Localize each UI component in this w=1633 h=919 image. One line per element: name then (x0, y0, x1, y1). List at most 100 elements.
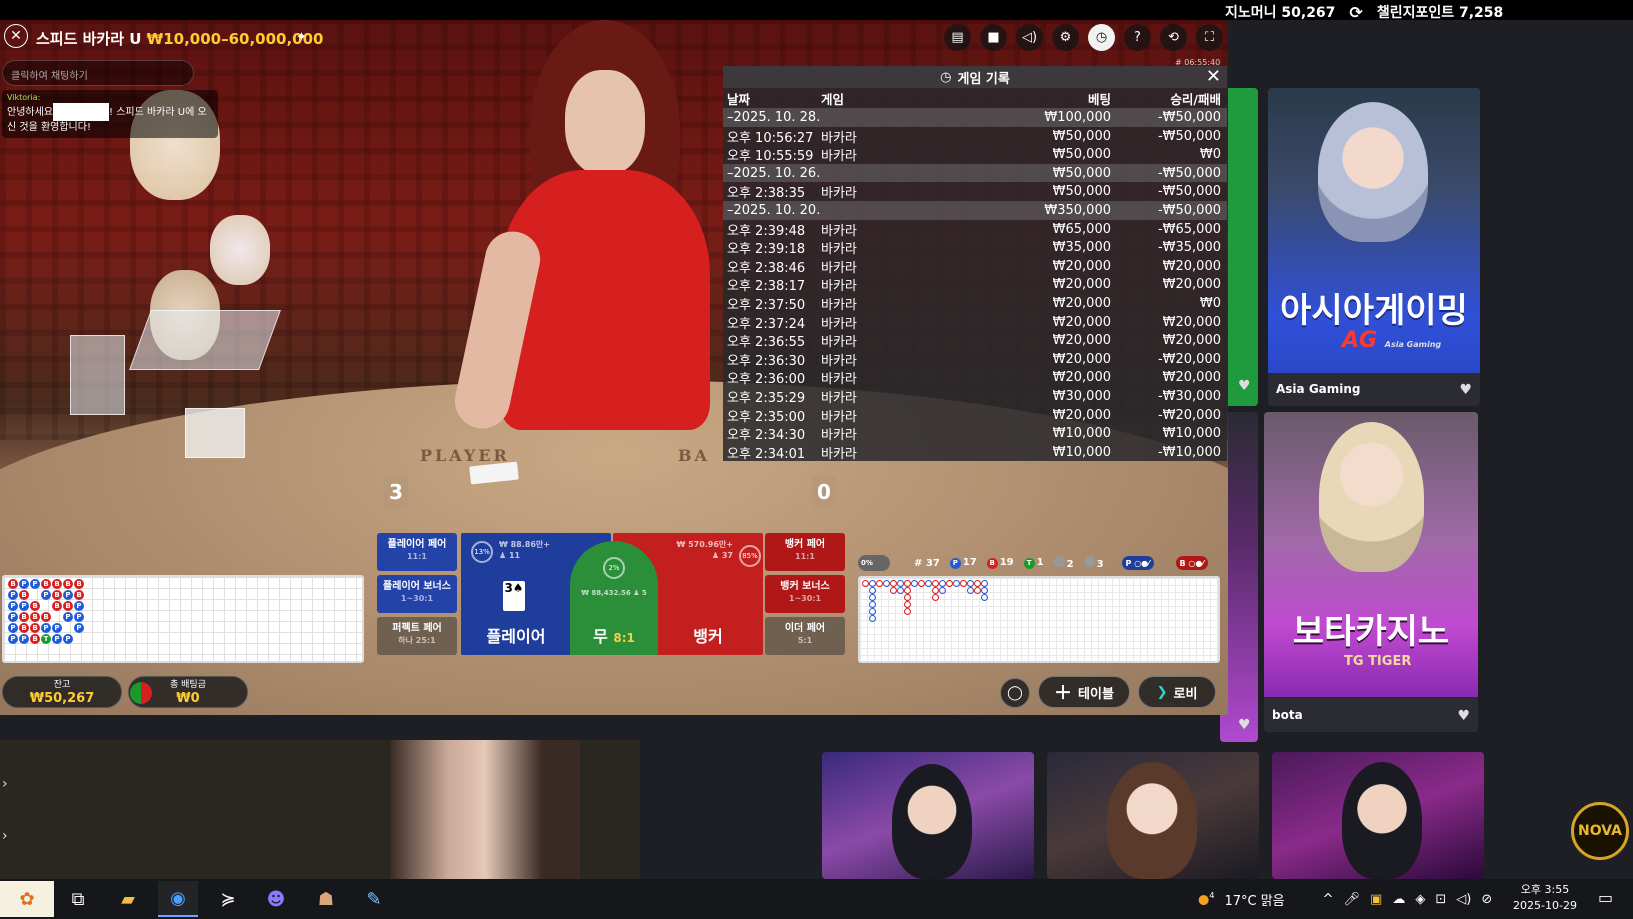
cloud-icon[interactable]: ☁ (1392, 892, 1405, 907)
road-ring (904, 608, 911, 615)
player-percent: 13% (471, 541, 493, 563)
row-result: ₩20,000 (1162, 258, 1221, 274)
nova-logo[interactable]: NOVA (1571, 802, 1629, 860)
history-row: 오후 2:37:50 바카라 ₩20,000 ₩0 (723, 294, 1227, 313)
weather-icon: ●4 (1198, 890, 1215, 908)
mic-icon[interactable]: 🎤︎ (1344, 892, 1361, 907)
history-row: 오후 2:34:30 바카라 ₩10,000 ₩10,000 (723, 424, 1227, 443)
row-bet: ₩20,000 (1052, 333, 1111, 349)
lobby-tile-asia-gaming[interactable]: 아시아게이밍 AG Asia Gaming Asia Gaming ♥ (1268, 88, 1480, 406)
chevron-up-icon[interactable]: ^ (1323, 892, 1334, 907)
gear-icon[interactable]: ⚙ (1052, 24, 1079, 51)
tile-artwork: 아시아게이밍 AG Asia Gaming (1268, 88, 1480, 373)
lobby-tile-bota[interactable]: 보타카지노 TG TIGER bota ♥ (1264, 412, 1478, 732)
road-ring (981, 587, 988, 594)
stat-player-pair: 2 (1053, 556, 1074, 570)
player-bonus-bet[interactable]: 플레이어 보너스 1~30:1 (377, 575, 457, 613)
history-row: 오후 2:38:46 바카라 ₩20,000 ₩20,000 (723, 257, 1227, 276)
app-icon[interactable]: ≽ (208, 881, 248, 917)
row-time: 오후 2:34:01 (727, 446, 806, 462)
chrome-icon[interactable]: ◉ (158, 881, 198, 917)
pin-icon[interactable]: ✦ (296, 30, 307, 45)
history-row: 오후 2:39:48 바카라 ₩65,000 -₩65,000 (723, 220, 1227, 239)
row-result: ₩0 (1199, 147, 1221, 163)
row-bet: ₩100,000 (1044, 109, 1111, 125)
stat-banker-pair: 3 (1083, 556, 1104, 570)
widget-icon[interactable]: ✿ (0, 881, 54, 917)
either-pair-bet[interactable]: 이더 페어 5:1 (765, 617, 845, 655)
history-icon[interactable]: ◷ (1088, 24, 1115, 51)
stats-toggle[interactable]: 0% (858, 555, 890, 571)
rotate-icon[interactable]: ⟲ (1160, 24, 1187, 51)
lobby-label: 로비 (1173, 686, 1198, 702)
close-button[interactable]: ✕ (4, 24, 28, 48)
network-icon[interactable]: ⊡ (1435, 892, 1446, 907)
game-app-icon[interactable]: ☗ (306, 881, 346, 917)
player-predict[interactable]: P ○●⁄ (1121, 556, 1154, 570)
refresh-icon[interactable]: ⟳ (1349, 3, 1362, 22)
banker-predict[interactable]: B ○●⁄ (1175, 556, 1208, 570)
volume-icon[interactable]: ◁) (1456, 892, 1471, 907)
chevron-right-icon[interactable]: › (2, 776, 8, 792)
volume-icon[interactable]: ◁) (1016, 24, 1043, 51)
chat-icon[interactable]: ▤ (944, 24, 971, 51)
heart-icon[interactable]: ♥ (1238, 717, 1251, 733)
tile-artwork: 보타카지노 TG TIGER (1264, 412, 1478, 697)
row-bet: ₩50,000 (1052, 165, 1111, 181)
bead: P (63, 590, 73, 600)
heart-icon[interactable]: ♥ (1457, 708, 1470, 724)
road-ring (974, 587, 981, 594)
discord-icon[interactable]: ☻ (256, 881, 296, 917)
row-time: 오후 2:38:46 (727, 260, 806, 276)
row-bet: ₩65,000 (1052, 221, 1111, 237)
player-label: 플레이어 (486, 627, 546, 646)
bead: B (8, 579, 18, 589)
lock-icon[interactable]: ▣ (1370, 892, 1382, 907)
clock[interactable]: 오후 3:55 2025-10-29 (1500, 882, 1590, 914)
task-view-icon[interactable]: ⧉ (58, 881, 98, 917)
lobby-tile-bottom-2[interactable] (1047, 752, 1259, 879)
block-icon[interactable]: ⊘ (1481, 892, 1492, 907)
player-pair-bet[interactable]: 플레이어 페어 11:1 (377, 533, 457, 571)
chevron-right-icon[interactable]: › (2, 828, 8, 844)
banker-score: 0 (812, 475, 836, 509)
steam-icon[interactable]: ◈ (1415, 892, 1425, 907)
heart-icon[interactable]: ♥ (1238, 378, 1251, 394)
banker-bonus-bet[interactable]: 뱅커 보너스 1~30:1 (765, 575, 845, 613)
balance-value: ₩50,267 (29, 691, 95, 706)
notification-icon[interactable]: ▭ (1598, 888, 1613, 907)
heart-icon[interactable]: ♥ (1459, 382, 1472, 398)
fullscreen-icon[interactable]: ⛶ (1196, 24, 1223, 51)
row-result: -₩50,000 (1157, 165, 1221, 181)
row-game: 바카라 (821, 186, 857, 202)
chat-input[interactable]: 클릭하여 채팅하기 (2, 60, 194, 86)
row-result: -₩65,000 (1157, 221, 1221, 237)
tie-bet[interactable]: 2% ₩ 88,432.56 ♟ 5 무 8:1 (570, 541, 658, 655)
row-bet: ₩350,000 (1044, 202, 1111, 218)
road-ring (932, 587, 939, 594)
row-game: 바카라 (821, 316, 857, 332)
row-bet: ₩20,000 (1052, 370, 1111, 386)
bead: B (74, 579, 84, 589)
lobby-tile-bottom-1[interactable] (822, 752, 1034, 879)
lobby-tile-bottom-3[interactable] (1272, 752, 1484, 879)
row-game: 바카라 (821, 279, 857, 295)
row-game: 바카라 (821, 390, 857, 406)
chip-icon[interactable] (130, 682, 152, 704)
paint-icon[interactable]: ✎ (354, 881, 394, 917)
close-icon[interactable]: ✕ (1206, 66, 1221, 88)
row-bet: ₩20,000 (1052, 407, 1111, 423)
banker-pair-bet[interactable]: 뱅커 페어 11:1 (765, 533, 845, 571)
perfect-pair-bet[interactable]: 퍼펙트 페어 하나 25:1 (377, 617, 457, 655)
video-icon[interactable]: ■ (980, 24, 1007, 51)
lobby-button[interactable]: ❯ 로비 (1138, 676, 1216, 708)
bead: B (30, 623, 40, 633)
row-result: -₩50,000 (1157, 109, 1221, 125)
account-info: 지노머니 50,267 ⟳ 챌린지포인트 7,258 (1225, 0, 1503, 24)
help-icon[interactable]: ? (1124, 24, 1151, 51)
chat-bubble-icon[interactable]: ◯ (1000, 678, 1030, 708)
add-table-button[interactable]: ＋ 테이블 (1038, 676, 1130, 708)
file-explorer-icon[interactable]: ▰ (108, 881, 148, 917)
bead: P (41, 623, 51, 633)
game-money: 지노머니 50,267 (1225, 5, 1336, 21)
